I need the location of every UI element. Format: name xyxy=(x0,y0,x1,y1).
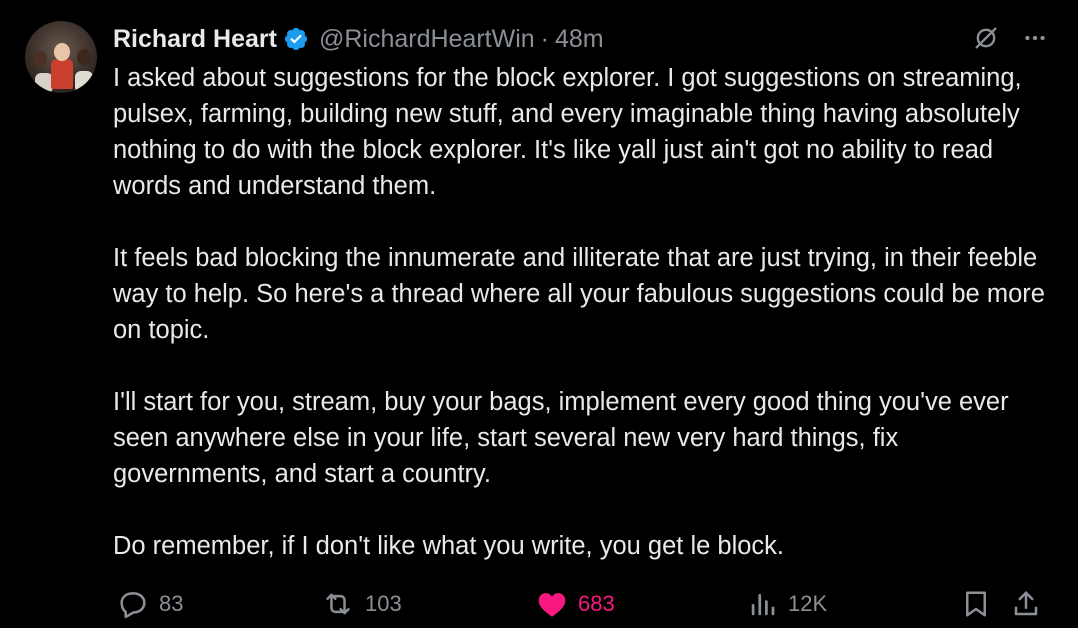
tweet-paragraph: Do remember, if I don't like what you wr… xyxy=(113,532,785,560)
like-count: 683 xyxy=(578,591,615,616)
bookmark-icon xyxy=(961,588,991,620)
reply-button[interactable]: 83 xyxy=(117,588,183,620)
verified-badge-icon[interactable] xyxy=(283,26,309,52)
tweet-header: Richard Heart @RichardHeartWin · 48m xyxy=(113,22,604,56)
author-handle[interactable]: @RichardHeartWin xyxy=(319,25,535,54)
like-icon xyxy=(536,588,568,620)
grok-icon[interactable] xyxy=(972,24,1000,52)
tweet-paragraph: I asked about suggestions for the block … xyxy=(113,64,1022,200)
author-name[interactable]: Richard Heart xyxy=(113,25,277,54)
tweet-text: I asked about suggestions for the block … xyxy=(113,60,1053,600)
share-icon xyxy=(1011,588,1041,620)
like-button[interactable]: 683 xyxy=(536,588,615,620)
tweet-action-bar: 83 103 683 12K xyxy=(113,586,1053,626)
views-count: 12K xyxy=(788,591,828,616)
timestamp[interactable]: 48m xyxy=(555,25,604,54)
views-icon xyxy=(748,588,778,620)
avatar[interactable] xyxy=(25,21,97,93)
repost-button[interactable]: 103 xyxy=(321,588,402,620)
share-button[interactable] xyxy=(1011,588,1041,620)
tweet-top-actions xyxy=(972,24,1048,52)
bookmark-button[interactable] xyxy=(961,588,991,620)
reply-count: 83 xyxy=(159,591,184,616)
views-button[interactable]: 12K xyxy=(748,588,827,620)
tweet-paragraph: It feels bad blocking the innumerate and… xyxy=(113,244,1045,344)
repost-count: 103 xyxy=(365,591,402,616)
separator: · xyxy=(540,24,549,53)
reply-icon xyxy=(117,588,149,620)
repost-icon xyxy=(321,588,355,620)
tweet-paragraph: I'll start for you, stream, buy your bag… xyxy=(113,388,1009,488)
more-icon[interactable] xyxy=(1022,25,1048,51)
